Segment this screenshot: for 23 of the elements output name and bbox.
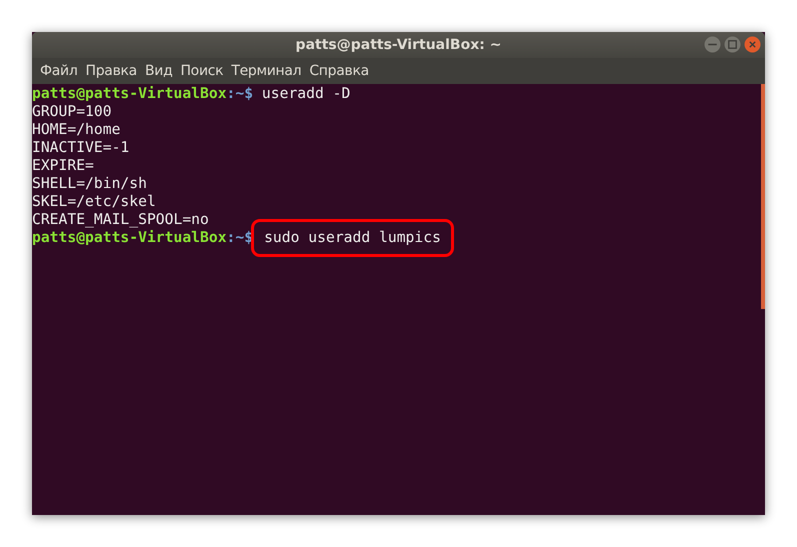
menu-item[interactable]: Файл: [36, 63, 82, 79]
menu-item[interactable]: Поиск: [176, 63, 228, 79]
command-text: useradd -D: [262, 85, 350, 102]
prompt-user: patts@patts-VirtualBox: [32, 229, 227, 246]
close-icon[interactable]: [744, 36, 761, 53]
menu-item[interactable]: Вид: [140, 63, 176, 79]
prompt-user: patts@patts-VirtualBox: [32, 85, 227, 102]
output-line: INACTIVE=-1: [32, 139, 130, 156]
output-line: CREATE_MAIL_SPOOL=no: [32, 211, 209, 228]
output-line: HOME=/home: [32, 121, 120, 138]
minimize-icon[interactable]: [704, 36, 721, 53]
output-line: EXPIRE=: [32, 157, 94, 174]
window-title: patts@patts-VirtualBox: ~: [296, 37, 502, 53]
prompt-path: :~$: [226, 85, 254, 102]
menu-item[interactable]: Терминал: [227, 63, 306, 79]
output-line: SKEL=/etc/skel: [32, 193, 156, 210]
output-line: SHELL=/bin/sh: [32, 175, 147, 192]
menu-item[interactable]: Правка: [81, 63, 141, 79]
output-line: GROUP=100: [32, 103, 112, 120]
scrollbar[interactable]: [761, 84, 765, 309]
menu-item[interactable]: Справка: [305, 63, 373, 79]
maximize-icon[interactable]: [724, 36, 741, 53]
highlighted-command: sudo useradd lumpics: [251, 219, 454, 257]
